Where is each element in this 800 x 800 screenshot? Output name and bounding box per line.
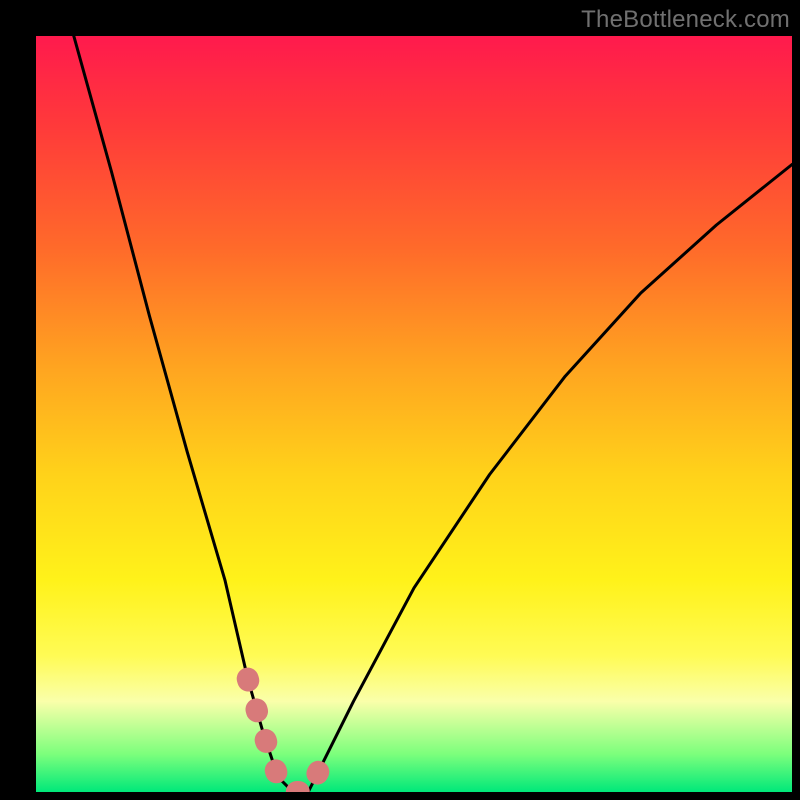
bottleneck-curve [74,36,792,792]
optimal-zone-marker [248,679,324,792]
chart-svg [36,36,792,792]
watermark-text: TheBottleneck.com [581,6,790,34]
chart-frame: TheBottleneck.com [0,0,800,800]
plot-area [36,36,792,792]
